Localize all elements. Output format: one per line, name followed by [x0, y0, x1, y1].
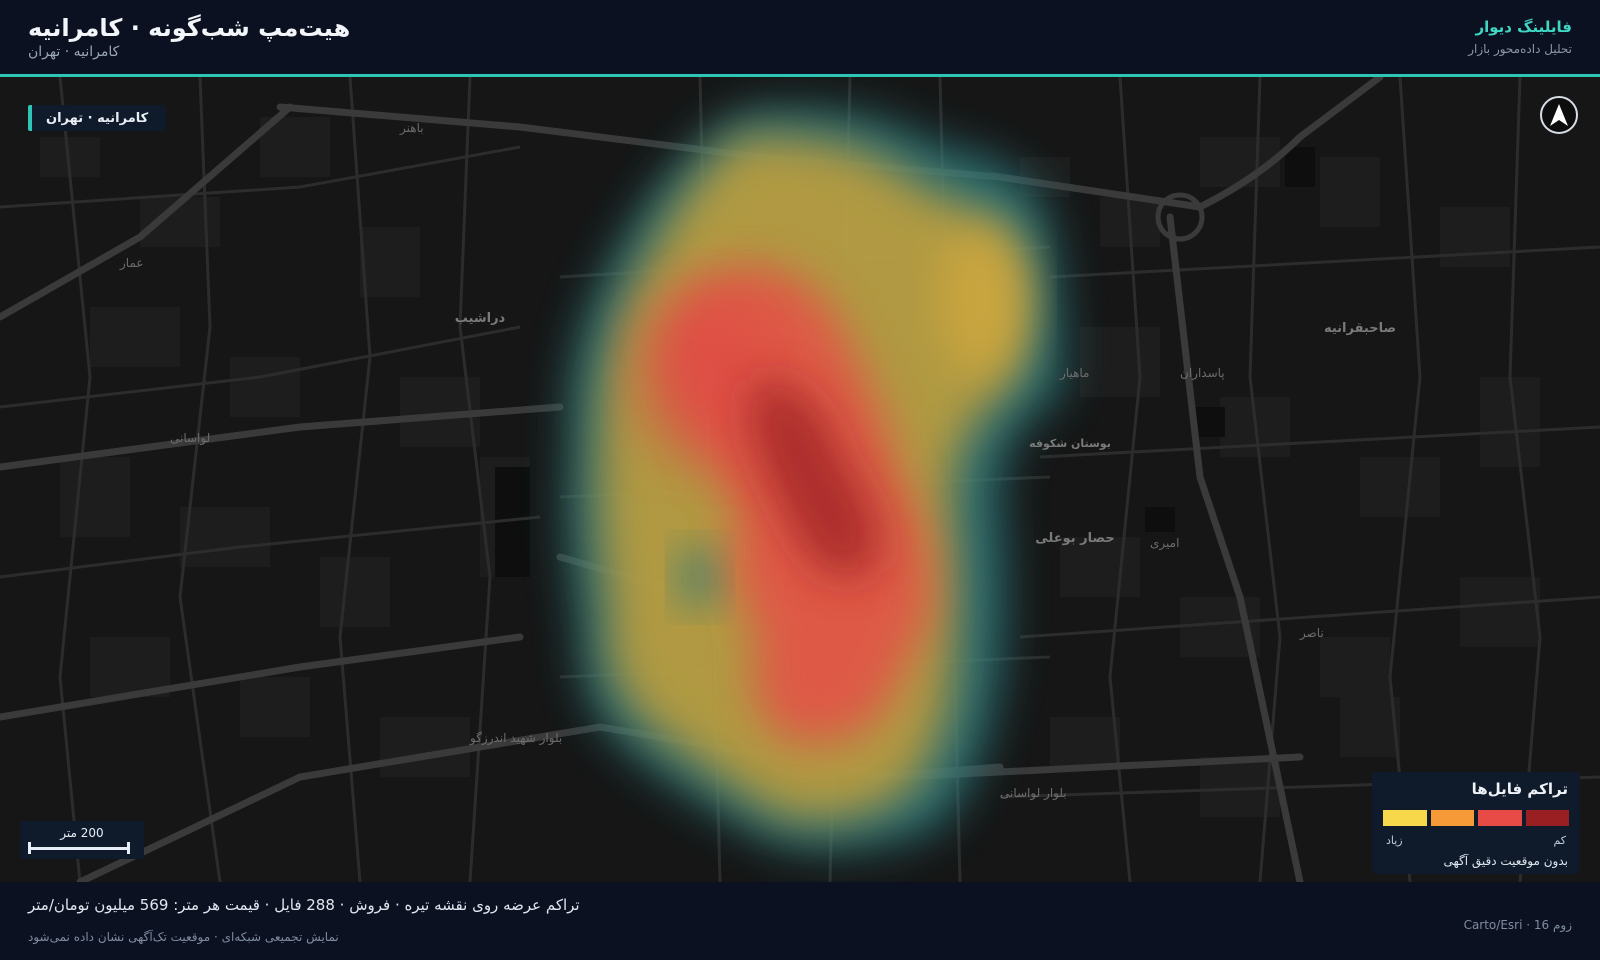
legend-low-label: کم [1553, 834, 1566, 847]
district-label: صاحبقرانیه [1324, 321, 1396, 336]
street-label: باهنر [399, 121, 424, 136]
location-chip-label: کامرانیه · تهران [46, 110, 149, 126]
location-chip[interactable]: کامرانیه · تهران [28, 105, 167, 131]
street-label: ماهیار [1059, 366, 1089, 381]
brand-name: فایلینگ دیوار [1475, 18, 1572, 36]
legend-swatch-low [1383, 810, 1427, 826]
district-label: بوستان شکوفه [1029, 437, 1111, 450]
page-title: هیت‌مپ شب‌گونه · کامرانیه [28, 14, 351, 42]
map-canvas[interactable]: دراشیب صاحبقرانیه حصار بوعلی بوستان شکوف… [0, 77, 1600, 882]
legend-swatch-high [1525, 810, 1569, 826]
page-subtitle: کامرانیه · تهران [28, 44, 120, 60]
legend-swatch-mid-low [1430, 810, 1474, 826]
footer-note: نمایش تجمیعی شبکه‌ای · موقعیت تک‌آگهی نش… [28, 930, 339, 944]
north-arrow-icon[interactable] [1540, 96, 1578, 134]
street-label: عمار [119, 256, 144, 271]
density-heatmap [566, 108, 1064, 851]
scale-label: 200 متر [60, 826, 104, 840]
legend-swatches [1383, 810, 1569, 826]
scale-bar: 200 متر [20, 821, 144, 859]
scale-ruler [28, 842, 130, 854]
street-label: امیری [1150, 536, 1179, 551]
map-svg: دراشیب صاحبقرانیه حصار بوعلی بوستان شکوف… [0, 77, 1600, 882]
legend: تراکم فایل‌ها کم زیاد بدون موقعیت دقیق آ… [1372, 772, 1580, 874]
legend-swatch-mid-high [1478, 810, 1522, 826]
footer-source: زوم 16 · Carto/Esri [1463, 918, 1572, 932]
legend-title: تراکم فایل‌ها [1471, 780, 1568, 798]
legend-note: بدون موقعیت دقیق آگهی [1443, 854, 1568, 868]
street-label: بلوار شهید اندرزگو [469, 731, 562, 746]
district-label: دراشیب [455, 311, 506, 326]
brand: فایلینگ دیوار تحلیل داده‌محور بازار [1468, 18, 1572, 56]
district-label: حصار بوعلی [1035, 531, 1114, 546]
legend-high-label: زیاد [1386, 834, 1403, 847]
north-arrow-glyph [1550, 104, 1568, 126]
street-label: بلوار لواسانی [1000, 786, 1067, 801]
street-label: پاسداران [1180, 366, 1225, 381]
street-label: لواسانی [170, 431, 210, 446]
title-block: هیت‌مپ شب‌گونه · کامرانیه کامرانیه · تهر… [28, 14, 350, 60]
footer-stats: تراکم عرضه روی نقشه تیره · فروش · 288 فا… [28, 896, 580, 914]
street-label: ناصر [1299, 626, 1324, 641]
footer: تراکم عرضه روی نقشه تیره · فروش · 288 فا… [0, 882, 1600, 960]
header: هیت‌مپ شب‌گونه · کامرانیه کامرانیه · تهر… [0, 0, 1600, 74]
brand-tagline: تحلیل داده‌محور بازار [1468, 42, 1572, 56]
